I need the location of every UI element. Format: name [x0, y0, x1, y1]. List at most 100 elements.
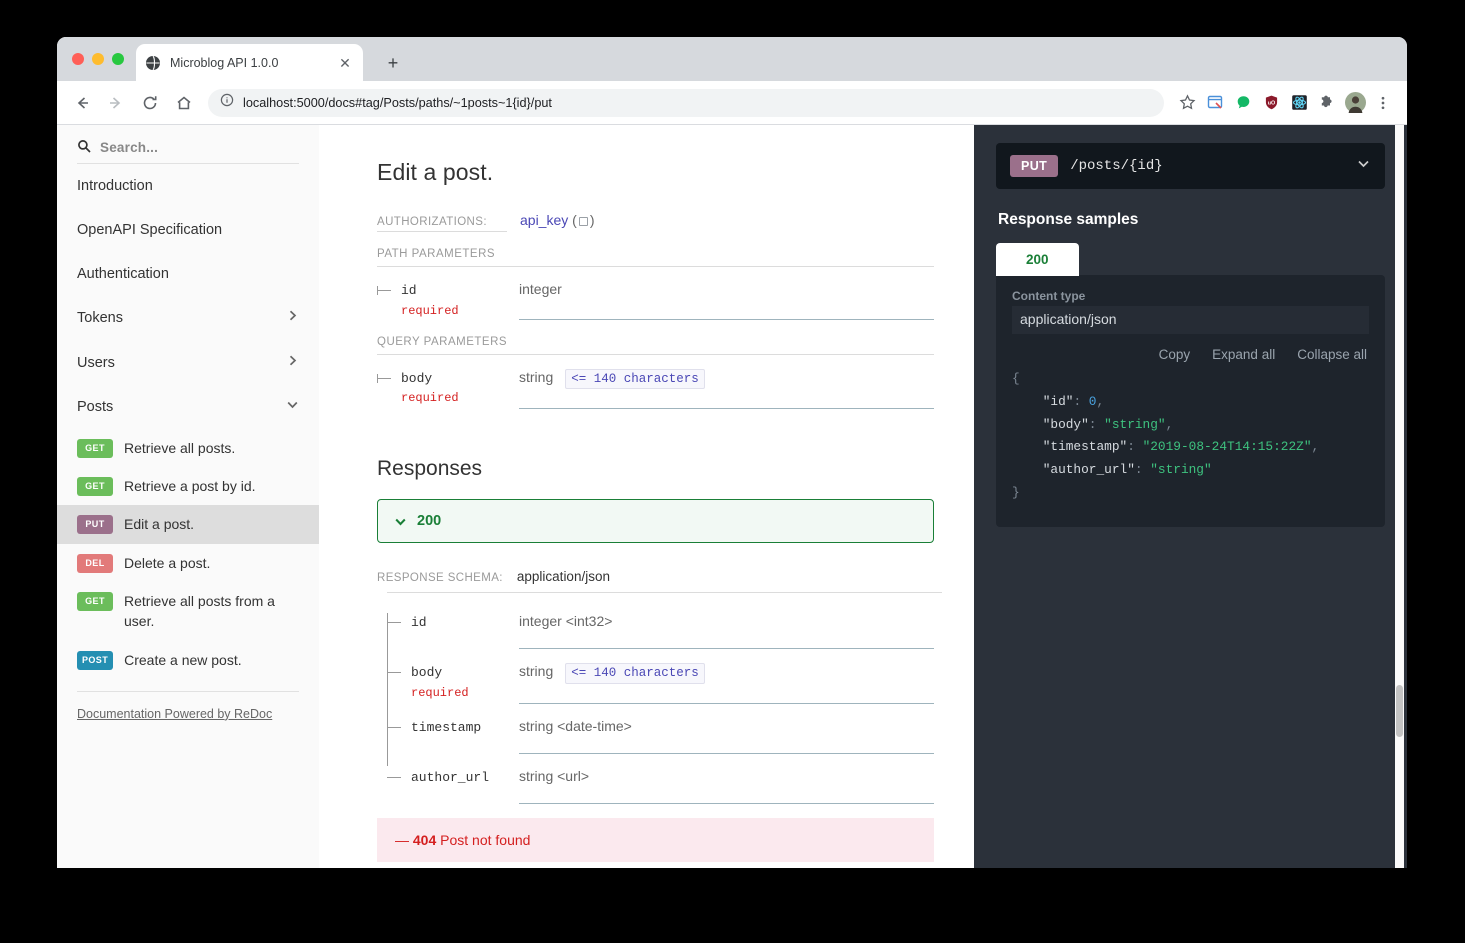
- response-404-row[interactable]: — 404 Post not found: [377, 818, 934, 863]
- sidebar-item-label: Tokens: [77, 310, 123, 327]
- json-key: "id": [1042, 393, 1074, 409]
- search-input[interactable]: Search...: [77, 139, 299, 164]
- home-button[interactable]: [170, 89, 198, 117]
- param-required-flag: required: [401, 391, 459, 405]
- chevron-down-icon: [286, 398, 299, 416]
- error-code: 404: [412, 832, 437, 849]
- response-schema-tree: id integer <int32> body required string …: [377, 599, 934, 805]
- schema-field-type: string <url>: [519, 768, 934, 805]
- bookmark-star-icon[interactable]: [1174, 90, 1200, 116]
- tab-strip: Microblog API 1.0.0 ✕ +: [57, 37, 1407, 81]
- back-button[interactable]: [68, 89, 96, 117]
- schema-field-name-text: author_url: [411, 770, 490, 786]
- schema-field-name: id: [377, 613, 519, 649]
- green-dot-icon[interactable]: [1230, 90, 1256, 116]
- expand-all-button[interactable]: Expand all: [1212, 347, 1275, 362]
- sample-tab-200[interactable]: 200: [996, 243, 1079, 276]
- endpoint-path: /posts/{id}: [1070, 158, 1163, 174]
- schema-field-name-text: body: [411, 665, 443, 681]
- tree-connector-icon: [387, 727, 401, 729]
- redoc-credit-link[interactable]: Documentation Powered by ReDoc: [77, 707, 272, 721]
- api-key-link[interactable]: api_key: [520, 212, 568, 228]
- param-name-text: id: [401, 283, 417, 298]
- sidebar-item-introduction[interactable]: Introduction: [57, 164, 319, 208]
- sidebar-item-openapi-specification[interactable]: OpenAPI Specification: [57, 208, 319, 252]
- response-200-accordion[interactable]: 200: [377, 499, 934, 544]
- collapse-all-button[interactable]: Collapse all: [1297, 347, 1367, 362]
- operation-label: Delete a post.: [124, 554, 211, 571]
- query-parameters-label: QUERY PARAMETERS: [377, 336, 934, 355]
- sidebar-operation-retrieve-all-posts-from-a-user[interactable]: GET Retrieve all posts from a user.: [57, 582, 319, 641]
- json-comma: ,: [1165, 416, 1174, 432]
- search-placeholder: Search...: [100, 140, 159, 155]
- sidebar-operation-retrieve-a-post-by-id[interactable]: GET Retrieve a post by id.: [57, 467, 319, 505]
- tree-connector-icon: [387, 622, 401, 624]
- code-actions: Copy Expand all Collapse all: [1012, 338, 1369, 368]
- react-devtools-icon[interactable]: [1286, 90, 1312, 116]
- json-open-brace: {: [1012, 371, 1020, 386]
- puzzle-extensions-icon[interactable]: [1314, 90, 1340, 116]
- sidebar-item-posts[interactable]: Posts: [57, 385, 319, 429]
- address-bar[interactable]: localhost:5000/docs#tag/Posts/paths/~1po…: [208, 88, 1164, 117]
- forward-button[interactable]: [102, 89, 130, 117]
- endpoint-bar[interactable]: PUT /posts/{id}: [996, 143, 1385, 189]
- sidebar-operation-retrieve-all-posts[interactable]: GET Retrieve all posts.: [57, 429, 319, 467]
- json-value: "2019-08-24T14:15:22Z": [1142, 439, 1312, 455]
- scrollbar-thumb[interactable]: [1396, 685, 1403, 737]
- reload-button[interactable]: [136, 89, 164, 117]
- sidebar-item-tokens[interactable]: Tokens: [57, 296, 319, 340]
- path-parameters-label: PATH PARAMETERS: [377, 248, 934, 267]
- method-badge: GET: [77, 477, 113, 497]
- browser-tab[interactable]: Microblog API 1.0.0 ✕: [136, 44, 363, 81]
- globe-favicon-icon: [145, 55, 161, 71]
- schema-row-body: body required string <= 140 characters: [377, 649, 934, 705]
- sidebar-item-label: OpenAPI Specification: [77, 222, 223, 239]
- error-dash: —: [395, 832, 409, 849]
- maximize-window-button[interactable]: [112, 53, 124, 65]
- method-badge: POST: [77, 650, 114, 670]
- chrome-menu-icon[interactable]: [1370, 90, 1396, 116]
- chevron-right-icon: [286, 309, 299, 327]
- schema-row-timestamp: timestamp string <date-time>: [377, 704, 934, 755]
- ublock-shield-icon[interactable]: uO: [1258, 90, 1284, 116]
- new-tab-button[interactable]: +: [380, 50, 406, 76]
- copy-button[interactable]: Copy: [1159, 347, 1191, 362]
- close-tab-icon[interactable]: ✕: [336, 54, 354, 72]
- schema-field-name-text: id: [411, 615, 427, 631]
- param-name: body required: [377, 369, 519, 410]
- schema-field-type-text: integer <int32>: [519, 613, 613, 630]
- method-badge: DEL: [77, 553, 113, 573]
- schema-field-type: integer <int32>: [519, 613, 934, 650]
- response-samples-title: Response samples: [998, 211, 1139, 228]
- response-code: 200: [417, 513, 442, 530]
- chevron-down-icon[interactable]: [1356, 156, 1371, 176]
- sidebar-item-authentication[interactable]: Authentication: [57, 252, 319, 296]
- schema-field-name: timestamp: [377, 718, 519, 754]
- tree-connector-icon: [387, 672, 401, 674]
- param-type: integer: [519, 281, 934, 320]
- sidebar-operation-delete-a-post[interactable]: DEL Delete a post.: [57, 544, 319, 582]
- code-sample-panel: Content type application/json Copy Expan…: [996, 275, 1385, 527]
- browser-window: Microblog API 1.0.0 ✕ + localhost:5000/d…: [57, 37, 1407, 868]
- site-info-icon[interactable]: [220, 93, 234, 112]
- profile-avatar[interactable]: [1342, 90, 1368, 116]
- content-type-select[interactable]: application/json: [1012, 306, 1369, 334]
- sidebar-item-label: Users: [77, 354, 115, 371]
- param-type-text: integer: [519, 281, 562, 297]
- sidebar-footer: Documentation Powered by ReDoc: [77, 690, 299, 721]
- docs-sidebar: Search... Introduction OpenAPI Specifica…: [57, 125, 319, 868]
- window-capture-icon[interactable]: [1202, 90, 1228, 116]
- minimize-window-button[interactable]: [92, 53, 104, 65]
- page-scrollbar[interactable]: [1395, 125, 1404, 868]
- page-content: Search... Introduction OpenAPI Specifica…: [57, 125, 1407, 868]
- json-sample: { "id": 0, "body": "string", "timestamp"…: [1012, 371, 1320, 500]
- param-name-text: body: [401, 370, 433, 386]
- authorizations-label: AUTHORIZATIONS:: [377, 216, 507, 232]
- authorizations-value[interactable]: api_key (): [520, 212, 595, 228]
- sidebar-item-users[interactable]: Users: [57, 341, 319, 385]
- close-window-button[interactable]: [72, 53, 84, 65]
- sidebar-operation-edit-a-post[interactable]: PUT Edit a post.: [57, 505, 319, 544]
- tree-connector-icon: [377, 286, 391, 295]
- sidebar-operation-create-a-new-post[interactable]: POST Create a new post.: [57, 641, 319, 679]
- method-badge: PUT: [1010, 155, 1059, 177]
